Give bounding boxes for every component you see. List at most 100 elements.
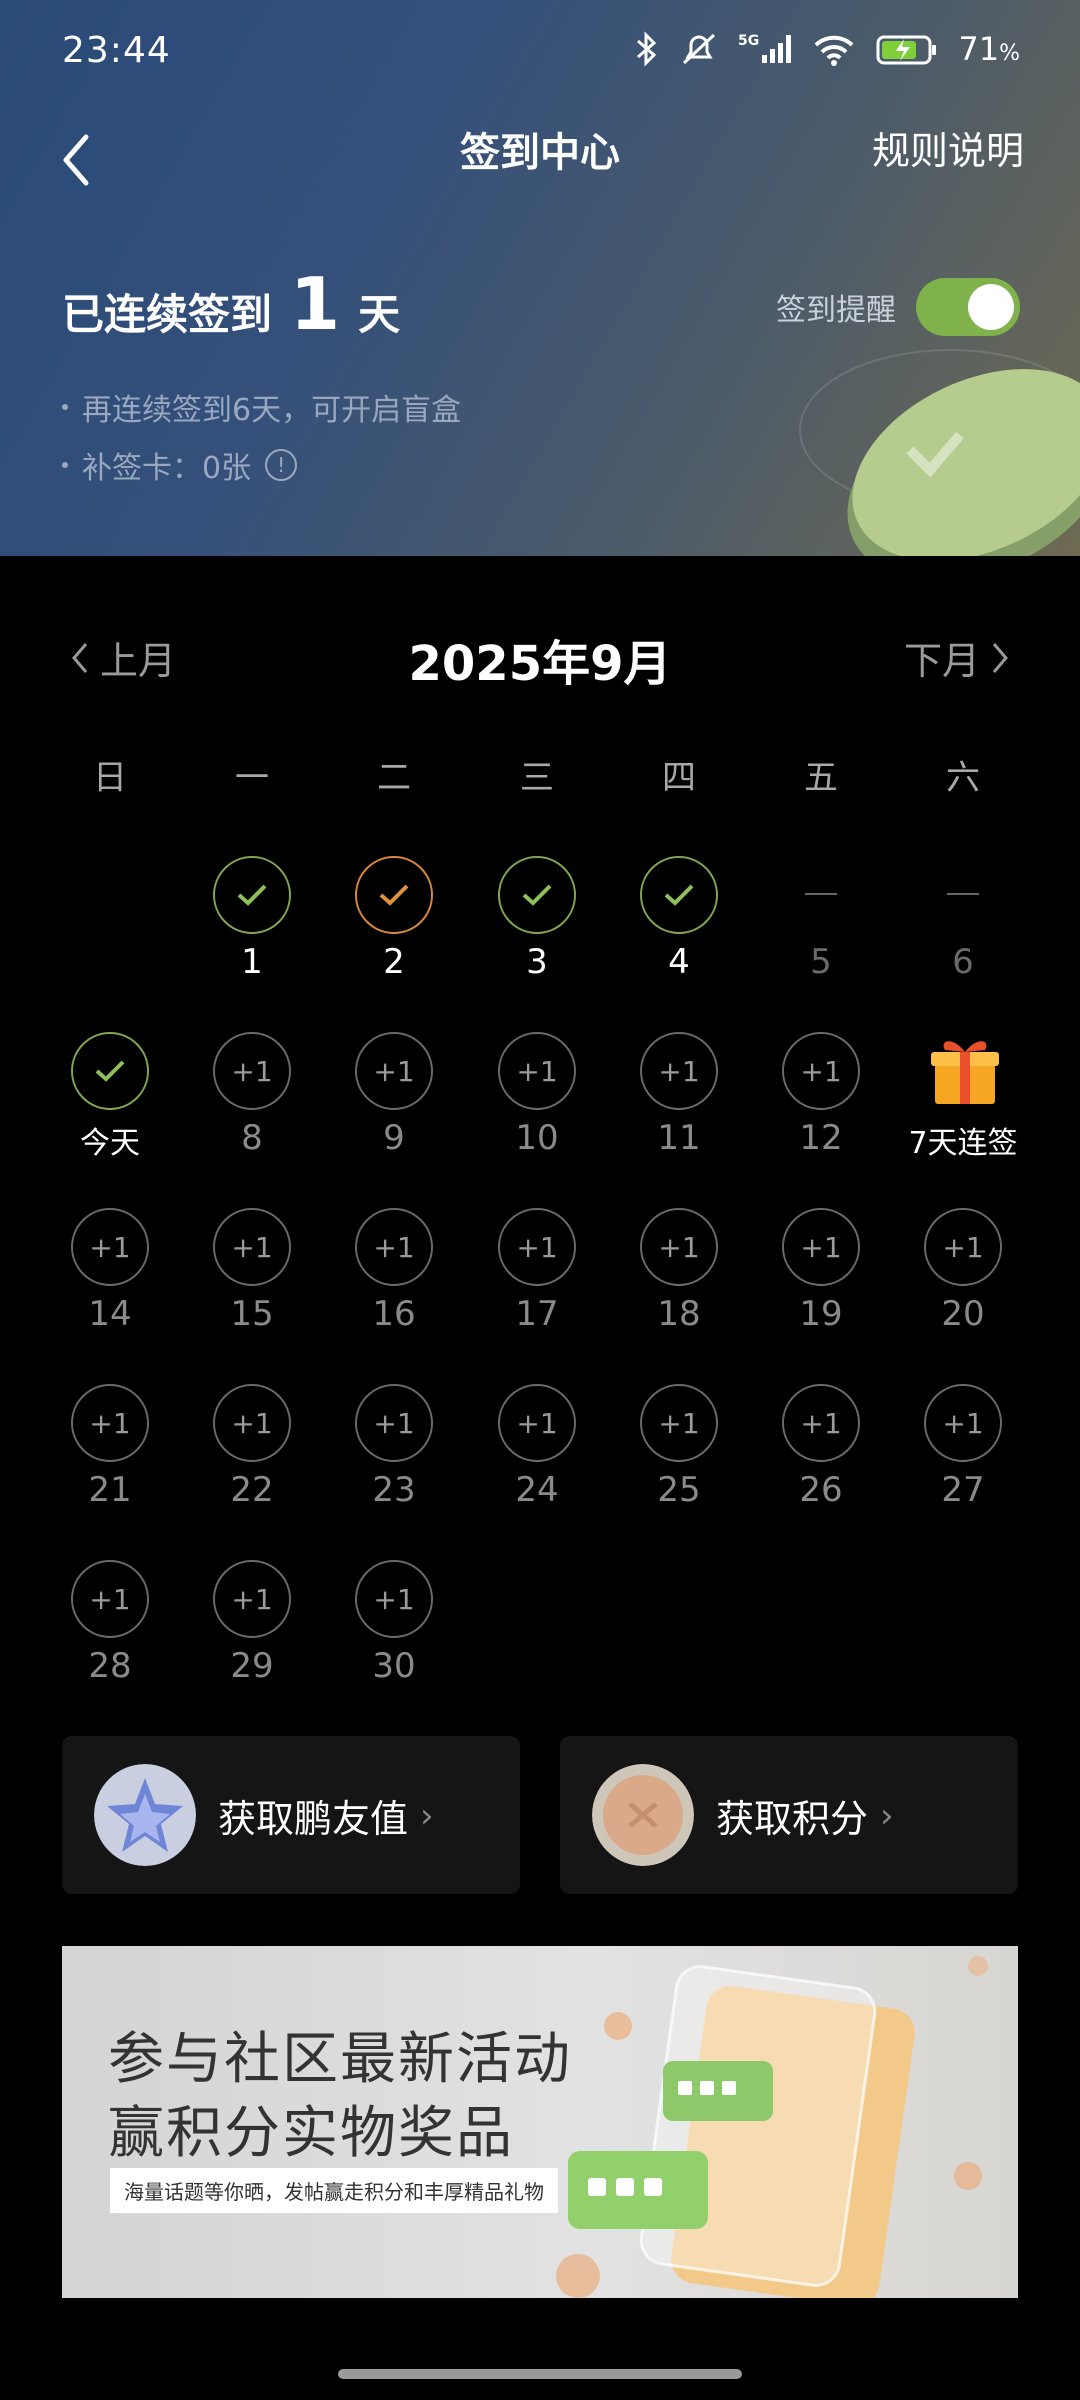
community-activity-banner[interactable]: 参与社区最新活动 赢积分实物奖品 海量话题等你晒，发帖赢走积分和丰厚精品礼物: [62, 1946, 1018, 2298]
day-number: 1: [241, 942, 263, 982]
plus-one-circle: +1: [782, 1384, 860, 1462]
day-number: 4: [668, 942, 690, 982]
battery-icon: [876, 35, 937, 65]
calendar-day[interactable]: +1 11: [608, 1032, 750, 1182]
calendar-day[interactable]: +1 28: [39, 1560, 181, 1710]
calendar-day[interactable]: +1 15: [181, 1208, 323, 1358]
chevron-right-icon: [992, 642, 1008, 673]
calendar-day[interactable]: +1 21: [39, 1384, 181, 1534]
calendar-day[interactable]: +1 14: [39, 1208, 181, 1358]
calendar-day[interactable]: 1: [181, 856, 323, 1006]
plus-one-circle: +1: [640, 1384, 718, 1462]
phone-chat-illustration: [556, 1956, 988, 2298]
checked-circle: [498, 856, 576, 934]
calendar-day-gift[interactable]: 7天连签: [892, 1032, 1034, 1182]
calendar-day[interactable]: +1 8: [181, 1032, 323, 1182]
calendar-day[interactable]: +1 27: [892, 1384, 1034, 1534]
calendar-day-today[interactable]: 今天: [39, 1032, 181, 1182]
plus-one-circle: +1: [782, 1208, 860, 1286]
day-number: 15: [230, 1294, 274, 1334]
calendar-day[interactable]: +1 25: [608, 1384, 750, 1534]
day-number: 19: [799, 1294, 843, 1334]
status-time: 23:44: [62, 30, 171, 71]
calendar-day[interactable]: +1 19: [750, 1208, 892, 1358]
calendar-day[interactable]: +1 30: [323, 1560, 465, 1710]
mute-icon: [683, 33, 716, 65]
tip-blindbox-text: 再连续签到6天，可开启盲盒: [82, 393, 462, 428]
weekday-mon: 一: [235, 758, 269, 798]
card-title: 获取鹏友值: [218, 1797, 409, 1841]
plus-one-circle: +1: [498, 1208, 576, 1286]
calendar-day[interactable]: +1 29: [181, 1560, 323, 1710]
month-navigation: 上月 2025年9月 下月: [0, 620, 1080, 692]
day-number: 26: [799, 1470, 843, 1510]
next-month-label: 下月: [903, 639, 980, 683]
rules-link[interactable]: 规则说明: [872, 120, 1024, 175]
day-number: 5: [810, 942, 832, 982]
calendar-day[interactable]: +1 26: [750, 1384, 892, 1534]
plus-one-circle: +1: [213, 1560, 291, 1638]
tip-blindbox: 再连续签到6天，可开启盲盒: [62, 385, 461, 429]
empty-dash: [805, 893, 837, 895]
day-number: 8: [241, 1118, 263, 1158]
day-number: 29: [230, 1646, 274, 1686]
get-points-card[interactable]: 获取积分 ›: [560, 1736, 1018, 1894]
weekday-wed: 三: [520, 758, 554, 798]
info-icon[interactable]: !: [265, 449, 298, 481]
check-icon: [95, 1060, 125, 1082]
calendar-day[interactable]: +1 24: [466, 1384, 608, 1534]
plus-one-circle: +1: [71, 1560, 149, 1638]
get-points-label: 获取积分 ›: [716, 1788, 894, 1843]
status-icons: 5G 71%: [634, 30, 1020, 68]
day-number: 9: [383, 1118, 405, 1158]
get-friend-points-card[interactable]: 获取鹏友值 ›: [62, 1736, 520, 1894]
weekday-sun: 日: [93, 758, 127, 798]
plus-one-circle: +1: [213, 1032, 291, 1110]
streak-unit: 天: [358, 290, 401, 339]
coin-icon: [592, 1764, 694, 1866]
calendar-day[interactable]: +1 10: [466, 1032, 608, 1182]
calendar-day[interactable]: +1 23: [323, 1384, 465, 1534]
makeup-checked-circle: [355, 856, 433, 934]
check-icon: [237, 884, 267, 906]
signal-icon: 5G: [738, 33, 792, 63]
calendar-day[interactable]: +1 20: [892, 1208, 1034, 1358]
calendar-day[interactable]: +1 12: [750, 1032, 892, 1182]
bullet-dot: [62, 462, 68, 468]
calendar-day[interactable]: +1 22: [181, 1384, 323, 1534]
calendar-day[interactable]: +1 18: [608, 1208, 750, 1358]
calendar-day[interactable]: +1 17: [466, 1208, 608, 1358]
day-number: 2: [383, 942, 405, 982]
empty-dash: [947, 893, 979, 895]
next-month-button[interactable]: 下月: [904, 630, 1010, 685]
day-number: 24: [515, 1470, 559, 1510]
calendar-day[interactable]: +1 9: [323, 1032, 465, 1182]
tip-makeup-card: 补签卡：0张 !: [62, 443, 298, 487]
day-number: 17: [515, 1294, 559, 1334]
weekday-sat: 六: [946, 758, 980, 798]
plus-one-circle: +1: [924, 1208, 1002, 1286]
calendar-day: 5: [750, 856, 892, 1006]
plus-one-circle: +1: [498, 1384, 576, 1462]
star-badge-icon: [94, 1764, 196, 1866]
gift-icon: [931, 1041, 999, 1104]
calendar-day[interactable]: 3: [466, 856, 608, 1006]
checked-circle: [71, 1032, 149, 1110]
status-bar: 23:44 5G 71%: [0, 0, 1080, 110]
gift-label: 7天连签: [908, 1126, 1018, 1161]
home-indicator[interactable]: [338, 2369, 742, 2379]
day-number: 23: [372, 1470, 416, 1510]
plus-one-circle: +1: [640, 1208, 718, 1286]
calendar-day: 6: [892, 856, 1034, 1006]
plus-one-circle: +1: [213, 1208, 291, 1286]
day-number: 28: [88, 1646, 132, 1686]
plus-one-circle: +1: [640, 1032, 718, 1110]
day-number: 10: [515, 1118, 559, 1158]
day-number: 16: [372, 1294, 416, 1334]
calendar-day[interactable]: +1 16: [323, 1208, 465, 1358]
calendar-day[interactable]: 4: [608, 856, 750, 1006]
calendar-day[interactable]: 2: [323, 856, 465, 1006]
check-icon: [664, 884, 694, 906]
streak-count: 1: [290, 262, 341, 346]
get-friend-points-label: 获取鹏友值 ›: [218, 1788, 434, 1843]
